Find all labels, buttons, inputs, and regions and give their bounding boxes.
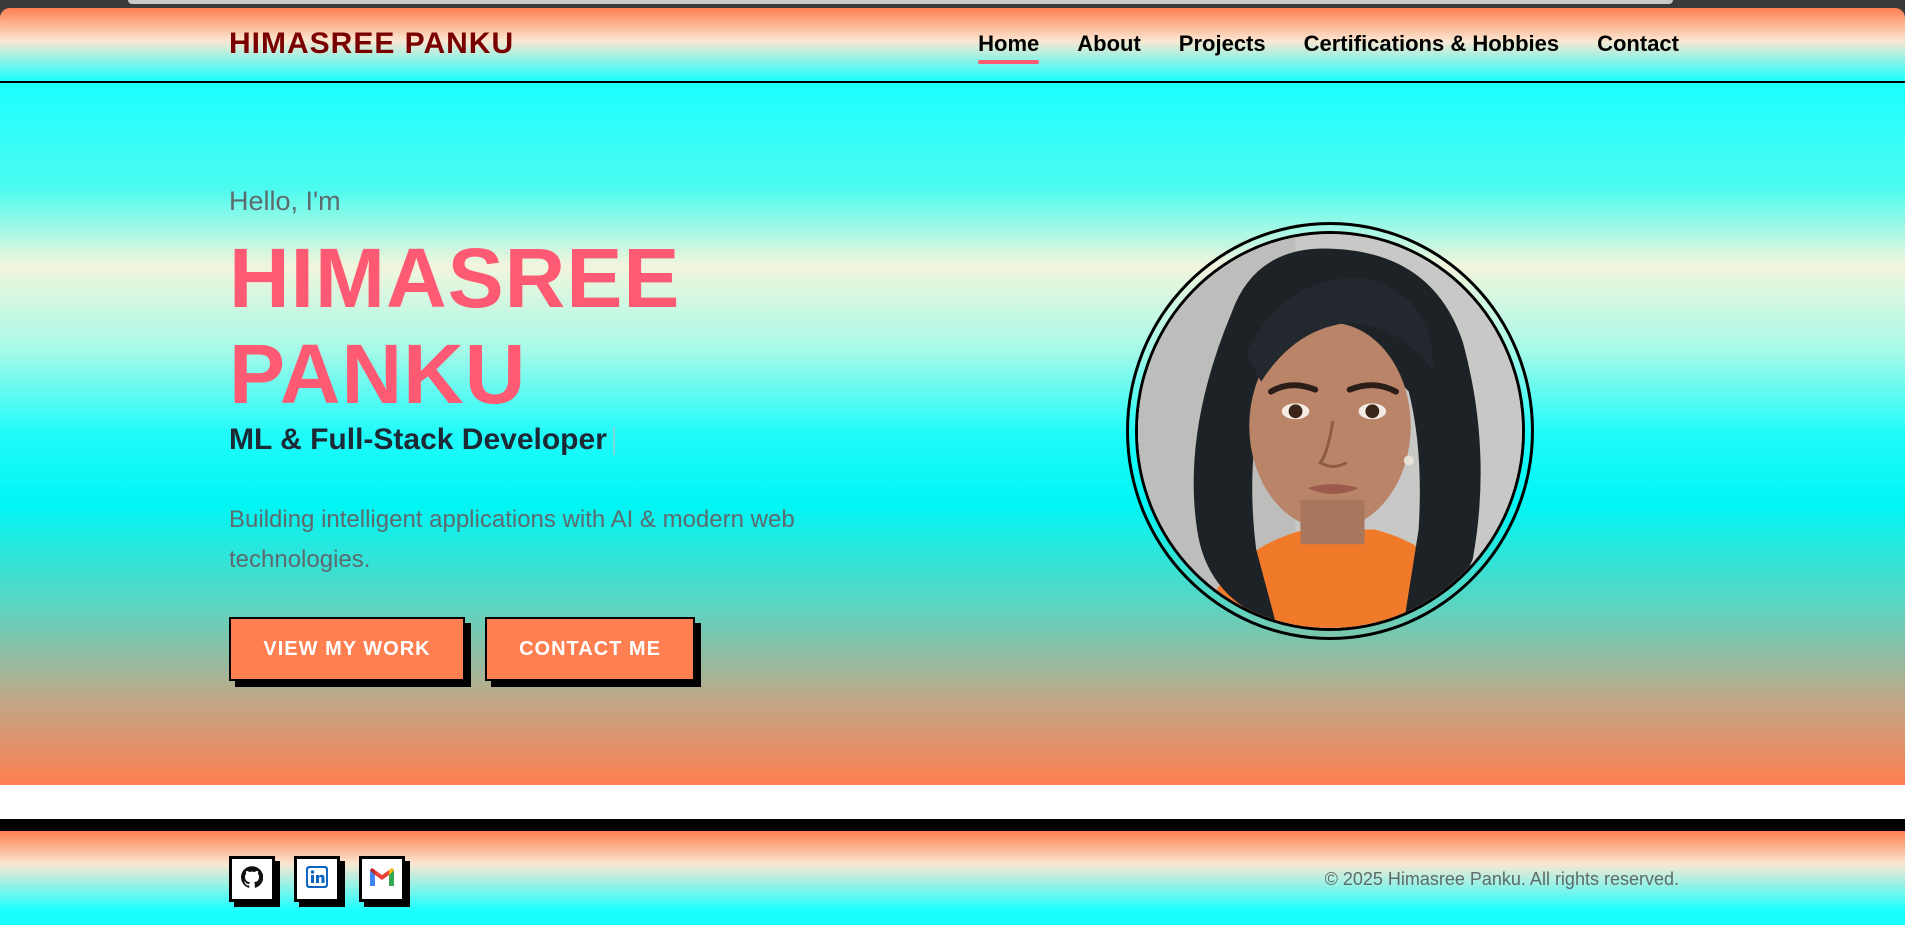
gmail-icon: [368, 866, 396, 893]
section-spacer: [0, 785, 1905, 819]
hero-tagline: Building intelligent applications with A…: [229, 506, 795, 573]
profile-photo-illustration: [1138, 234, 1522, 628]
hero-name: HIMASREE PANKU: [229, 231, 681, 421]
footer-top-border: [0, 819, 1905, 831]
github-icon: [240, 865, 264, 893]
nav-certifications-hobbies[interactable]: Certifications & Hobbies: [1304, 31, 1559, 57]
linkedin-link[interactable]: [294, 856, 340, 902]
site-header: HIMASREE PANKU Home About Projects Certi…: [0, 8, 1905, 83]
github-link[interactable]: [229, 856, 275, 902]
profile-photo: [1135, 231, 1525, 631]
nav-projects[interactable]: Projects: [1179, 31, 1266, 57]
copyright-text: © 2025 Himasree Panku. All rights reserv…: [1324, 869, 1679, 889]
profile-photo-frame: [1126, 222, 1534, 640]
brand-logo[interactable]: HIMASREE PANKU: [229, 27, 514, 61]
hero-section: Hello, I'm HIMASREE PANKU ML & Full-Stac…: [0, 83, 1905, 785]
contact-me-button[interactable]: CONTACT ME: [485, 617, 695, 681]
nav-home[interactable]: Home: [978, 31, 1040, 64]
linkedin-icon: [305, 865, 329, 894]
social-links: [229, 856, 405, 902]
hero-role-text: ML & Full-Stack Developer: [229, 423, 607, 456]
main-nav: Home About Projects Certifications & Hob…: [940, 31, 1679, 64]
site-footer: © 2025 Himasree Panku. All rights reserv…: [0, 831, 1905, 925]
view-my-work-button[interactable]: VIEW MY WORK: [229, 617, 465, 681]
nav-contact[interactable]: Contact: [1597, 31, 1679, 57]
hero-role: ML & Full-Stack Developer: [229, 423, 615, 457]
typing-cursor: [612, 427, 615, 456]
nav-about[interactable]: About: [1077, 31, 1141, 57]
gmail-link[interactable]: [359, 856, 405, 902]
hero-greeting: Hello, I'm: [229, 186, 341, 216]
browser-tab-edge: [128, 0, 1673, 4]
browser-top-strip: [0, 0, 1905, 8]
